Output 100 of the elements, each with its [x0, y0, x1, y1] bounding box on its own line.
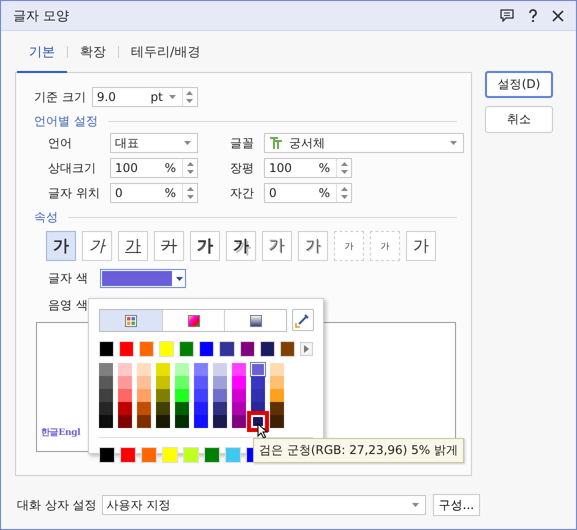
language-dropdown[interactable]: 대표 — [110, 133, 198, 153]
size-spinbox[interactable]: 9.0 pt — [92, 87, 198, 107]
text-style-button[interactable]: 가 — [334, 231, 364, 261]
color-swatch[interactable] — [270, 363, 284, 376]
color-swatch[interactable] — [156, 376, 170, 389]
color-swatch[interactable] — [213, 363, 227, 376]
color-swatch[interactable] — [175, 402, 189, 415]
color-swatch[interactable] — [120, 447, 136, 463]
cancel-button[interactable]: 취소 — [485, 106, 553, 133]
color-swatch[interactable] — [156, 415, 170, 428]
color-swatch[interactable] — [260, 341, 275, 357]
color-swatch[interactable] — [194, 376, 208, 389]
color-swatch[interactable] — [99, 341, 114, 357]
color-swatch[interactable] — [194, 389, 208, 402]
spin-arrows-icon[interactable] — [340, 187, 348, 199]
text-style-button[interactable]: 가 — [298, 231, 328, 261]
text-style-button[interactable]: 가 — [406, 231, 436, 261]
percent-spinbox[interactable]: 0 % — [110, 183, 198, 203]
color-swatch[interactable] — [99, 376, 113, 389]
tab[interactable]: 확장 — [68, 30, 118, 72]
color-swatch[interactable] — [204, 447, 220, 463]
color-swatch[interactable] — [162, 447, 178, 463]
color-swatch[interactable] — [232, 415, 246, 428]
text-style-button[interactable]: 가 — [46, 231, 76, 261]
comment-icon[interactable] — [500, 9, 514, 22]
color-swatch[interactable] — [137, 415, 151, 428]
color-swatch[interactable] — [251, 389, 265, 402]
color-swatch[interactable] — [219, 341, 235, 357]
color-swatch[interactable] — [251, 376, 265, 389]
color-swatch[interactable] — [156, 402, 170, 415]
color-swatch[interactable] — [213, 415, 227, 428]
tab[interactable]: 테두리/배경 — [119, 30, 212, 72]
spin-arrows-icon[interactable] — [186, 91, 194, 103]
color-swatch[interactable] — [232, 402, 246, 415]
text-style-button[interactable]: 가 — [262, 231, 292, 261]
color-swatch[interactable] — [99, 389, 113, 402]
color-swatch[interactable] — [199, 341, 214, 357]
color-swatch[interactable] — [194, 363, 208, 376]
text-style-button[interactable]: 가 — [154, 231, 184, 261]
color-swatch[interactable] — [280, 341, 295, 357]
color-swatch[interactable] — [137, 376, 151, 389]
eyedropper-button[interactable] — [292, 309, 314, 331]
color-swatch[interactable] — [118, 415, 132, 428]
color-swatch[interactable] — [194, 415, 208, 428]
palette-tab[interactable] — [100, 310, 162, 331]
help-icon[interactable] — [528, 8, 538, 22]
color-swatch[interactable] — [270, 376, 284, 389]
configure-button[interactable]: 구성... — [432, 494, 480, 516]
color-swatch[interactable] — [213, 402, 227, 415]
color-swatch[interactable] — [118, 363, 132, 376]
close-icon[interactable] — [552, 10, 564, 22]
text-style-button[interactable]: 가 — [190, 231, 220, 261]
spin-arrows-icon[interactable] — [340, 162, 348, 174]
spin-arrows-icon[interactable] — [186, 162, 194, 174]
color-swatch[interactable] — [175, 376, 189, 389]
text-style-button[interactable]: 가 — [226, 231, 256, 261]
color-swatch[interactable] — [156, 363, 170, 376]
color-swatch[interactable] — [213, 376, 227, 389]
percent-spinbox[interactable]: 100 % — [264, 158, 352, 178]
color-swatch[interactable] — [137, 363, 151, 376]
color-swatch[interactable] — [159, 341, 174, 357]
color-swatch[interactable] — [183, 447, 199, 463]
color-swatch[interactable] — [118, 376, 132, 389]
preset-dropdown[interactable]: 사용자 지정 — [102, 495, 426, 515]
color-swatch[interactable] — [99, 363, 113, 376]
color-swatch[interactable] — [179, 341, 194, 357]
color-swatch[interactable] — [270, 415, 284, 428]
color-swatch[interactable] — [240, 341, 255, 357]
color-swatch[interactable] — [99, 402, 113, 415]
spin-arrows-icon[interactable] — [186, 187, 194, 199]
color-swatch[interactable] — [232, 376, 246, 389]
color-swatch[interactable] — [118, 402, 132, 415]
color-swatch[interactable] — [99, 415, 113, 428]
color-swatch[interactable] — [175, 363, 189, 376]
color-swatch[interactable] — [141, 447, 157, 463]
percent-spinbox[interactable]: 100 % — [110, 158, 198, 178]
percent-spinbox[interactable]: 0 % — [264, 183, 352, 203]
color-swatch[interactable] — [194, 402, 208, 415]
color-dropdown[interactable] — [100, 269, 186, 288]
color-swatch[interactable] — [175, 415, 189, 428]
font-dropdown[interactable]: 궁서체 — [264, 133, 464, 153]
color-swatch[interactable] — [139, 341, 154, 357]
color-swatch[interactable] — [232, 363, 246, 376]
more-colors-button[interactable] — [300, 342, 313, 356]
color-swatch[interactable] — [137, 389, 151, 402]
color-swatch[interactable] — [99, 447, 115, 463]
color-swatch[interactable] — [232, 389, 246, 402]
ok-button[interactable]: 설정(D) — [485, 71, 553, 98]
color-swatch[interactable] — [156, 389, 170, 402]
color-swatch[interactable] — [225, 447, 241, 463]
color-swatch[interactable] — [118, 389, 132, 402]
text-style-button[interactable]: 가 — [370, 231, 400, 261]
color-swatch[interactable] — [175, 389, 189, 402]
color-swatch[interactable] — [119, 341, 134, 357]
text-style-button[interactable]: 가 — [118, 231, 148, 261]
color-swatch[interactable] — [270, 389, 284, 402]
color-swatch[interactable] — [213, 389, 227, 402]
color-swatch[interactable] — [137, 402, 151, 415]
color-swatch[interactable] — [270, 402, 284, 415]
text-style-button[interactable]: 가 — [82, 231, 112, 261]
